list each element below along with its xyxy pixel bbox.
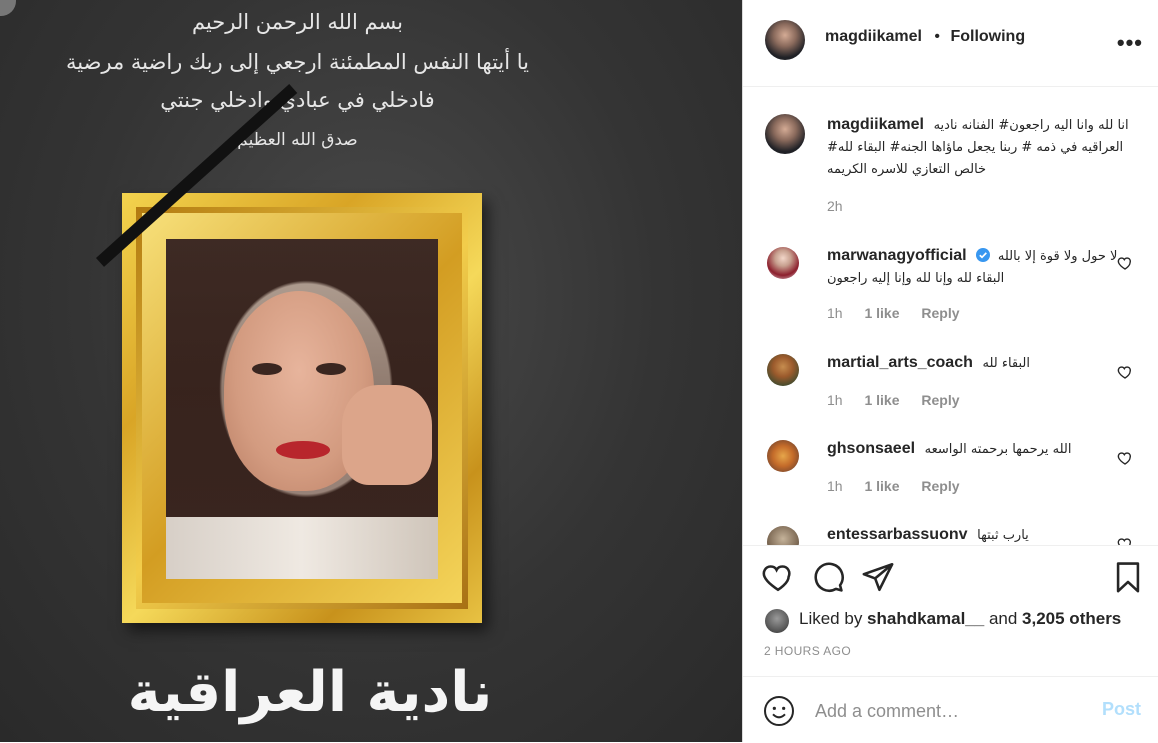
likes-text: Liked by shahdkamal__ and 3,205 others [799, 609, 1121, 629]
comment-time: 1h [827, 305, 843, 321]
deceased-name: نادية العراقية [127, 660, 493, 725]
like-heart-icon[interactable] [761, 560, 795, 594]
comment-time: 1h [827, 392, 843, 408]
author-avatar[interactable] [765, 20, 805, 60]
verified-badge-icon [976, 248, 991, 262]
comment-avatar[interactable] [767, 354, 799, 386]
likes-middle: and [984, 609, 1023, 628]
likes-count-link[interactable]: 3,205 others [1022, 609, 1121, 628]
comment-likes[interactable]: 1 like [864, 392, 899, 408]
comment-username[interactable]: entessarbassuonv [827, 526, 968, 543]
caption-username[interactable]: magdiikamel [827, 116, 924, 133]
caption-text-block: magdiikamel انا لله وانا اليه راجعون# ال… [827, 114, 1129, 180]
comment-avatar[interactable] [767, 526, 799, 545]
verse-line-4: صدق الله العظيم [237, 130, 358, 150]
comment-meta: 1h 1 like Reply [827, 478, 960, 494]
comment-text: البقاء لله [982, 356, 1030, 371]
post-timestamp[interactable]: 2 HOURS AGO [764, 644, 851, 658]
comment-time: 1h [827, 478, 843, 494]
comment-username[interactable]: martial_arts_coach [827, 354, 973, 371]
post-actions-bar [743, 560, 1158, 600]
comment-like-heart-icon[interactable] [1117, 255, 1133, 271]
post-comment-button[interactable]: Post [1102, 699, 1141, 720]
comment-avatar[interactable] [767, 440, 799, 472]
post-header: magdiikamel • Following ••• [743, 0, 1158, 87]
comment-text-block: ghsonsaeel الله يرحمها برحمته الواسعه [827, 438, 1129, 460]
caption-avatar[interactable] [765, 114, 805, 154]
comment-reply-button[interactable]: Reply [921, 478, 959, 494]
following-button[interactable]: Following [950, 28, 1025, 45]
gold-picture-frame [122, 193, 482, 623]
comment-text-block: martial_arts_coach البقاء لله [827, 352, 1129, 374]
comment-text-block: marwanagyofficial لا حول ولا قوة إلا بال… [827, 245, 1129, 289]
add-comment-bar: Post [743, 676, 1158, 743]
share-paper-plane-icon[interactable] [861, 560, 895, 594]
comment-username[interactable]: marwanagyofficial [827, 247, 967, 264]
likes-prefix: Liked by [799, 609, 868, 628]
comment-like-heart-icon[interactable] [1117, 364, 1133, 380]
caption-time: 2h [827, 198, 843, 214]
liker-avatar[interactable] [765, 609, 789, 633]
verse-line-1: بسم الله الرحمن الرحيم [191, 10, 404, 34]
comment-meta: 1h 1 like Reply [827, 392, 960, 408]
emoji-smiley-icon[interactable] [763, 695, 795, 727]
save-bookmark-icon[interactable] [1111, 560, 1145, 594]
comments-list[interactable]: magdiikamel انا لله وانا اليه راجعون# ال… [743, 87, 1158, 546]
comment-like-heart-icon[interactable] [1117, 450, 1133, 466]
author-username[interactable]: magdiikamel [825, 28, 922, 45]
comment-likes[interactable]: 1 like [864, 478, 899, 494]
comment-reply-button[interactable]: Reply [921, 305, 959, 321]
comment-likes[interactable]: 1 like [864, 305, 899, 321]
comment-username[interactable]: ghsonsaeel [827, 440, 915, 457]
comment-reply-button[interactable]: Reply [921, 392, 959, 408]
post-side-panel: magdiikamel • Following ••• magdiikamel … [742, 0, 1158, 742]
verse-line-2: يا أيتها النفس المطمئنة ارجعي إلى ربك را… [65, 50, 530, 74]
comment-meta: 1h 1 like Reply [827, 305, 960, 321]
comment-like-heart-icon[interactable] [1117, 536, 1133, 546]
comment-bubble-icon[interactable] [811, 560, 845, 594]
comment-text: الله يرحمها برحمته الواسعه [924, 442, 1072, 457]
post-image[interactable]: بسم الله الرحمن الرحيم يا أيتها النفس ال… [0, 0, 742, 742]
more-options-icon[interactable]: ••• [1117, 30, 1143, 56]
comment-text: يارب ثبتها [977, 528, 1029, 543]
separator-dot: • [934, 28, 940, 45]
comment-avatar[interactable] [767, 247, 799, 279]
add-comment-input[interactable] [813, 697, 1077, 725]
liker-username[interactable]: shahdkamal__ [867, 609, 984, 628]
comment-text-block: entessarbassuonv يارب ثبتها [827, 524, 1129, 545]
portrait-photo [166, 239, 438, 579]
verse-line-3: فادخلي في عبادي وادخلي جنتي [160, 88, 435, 112]
